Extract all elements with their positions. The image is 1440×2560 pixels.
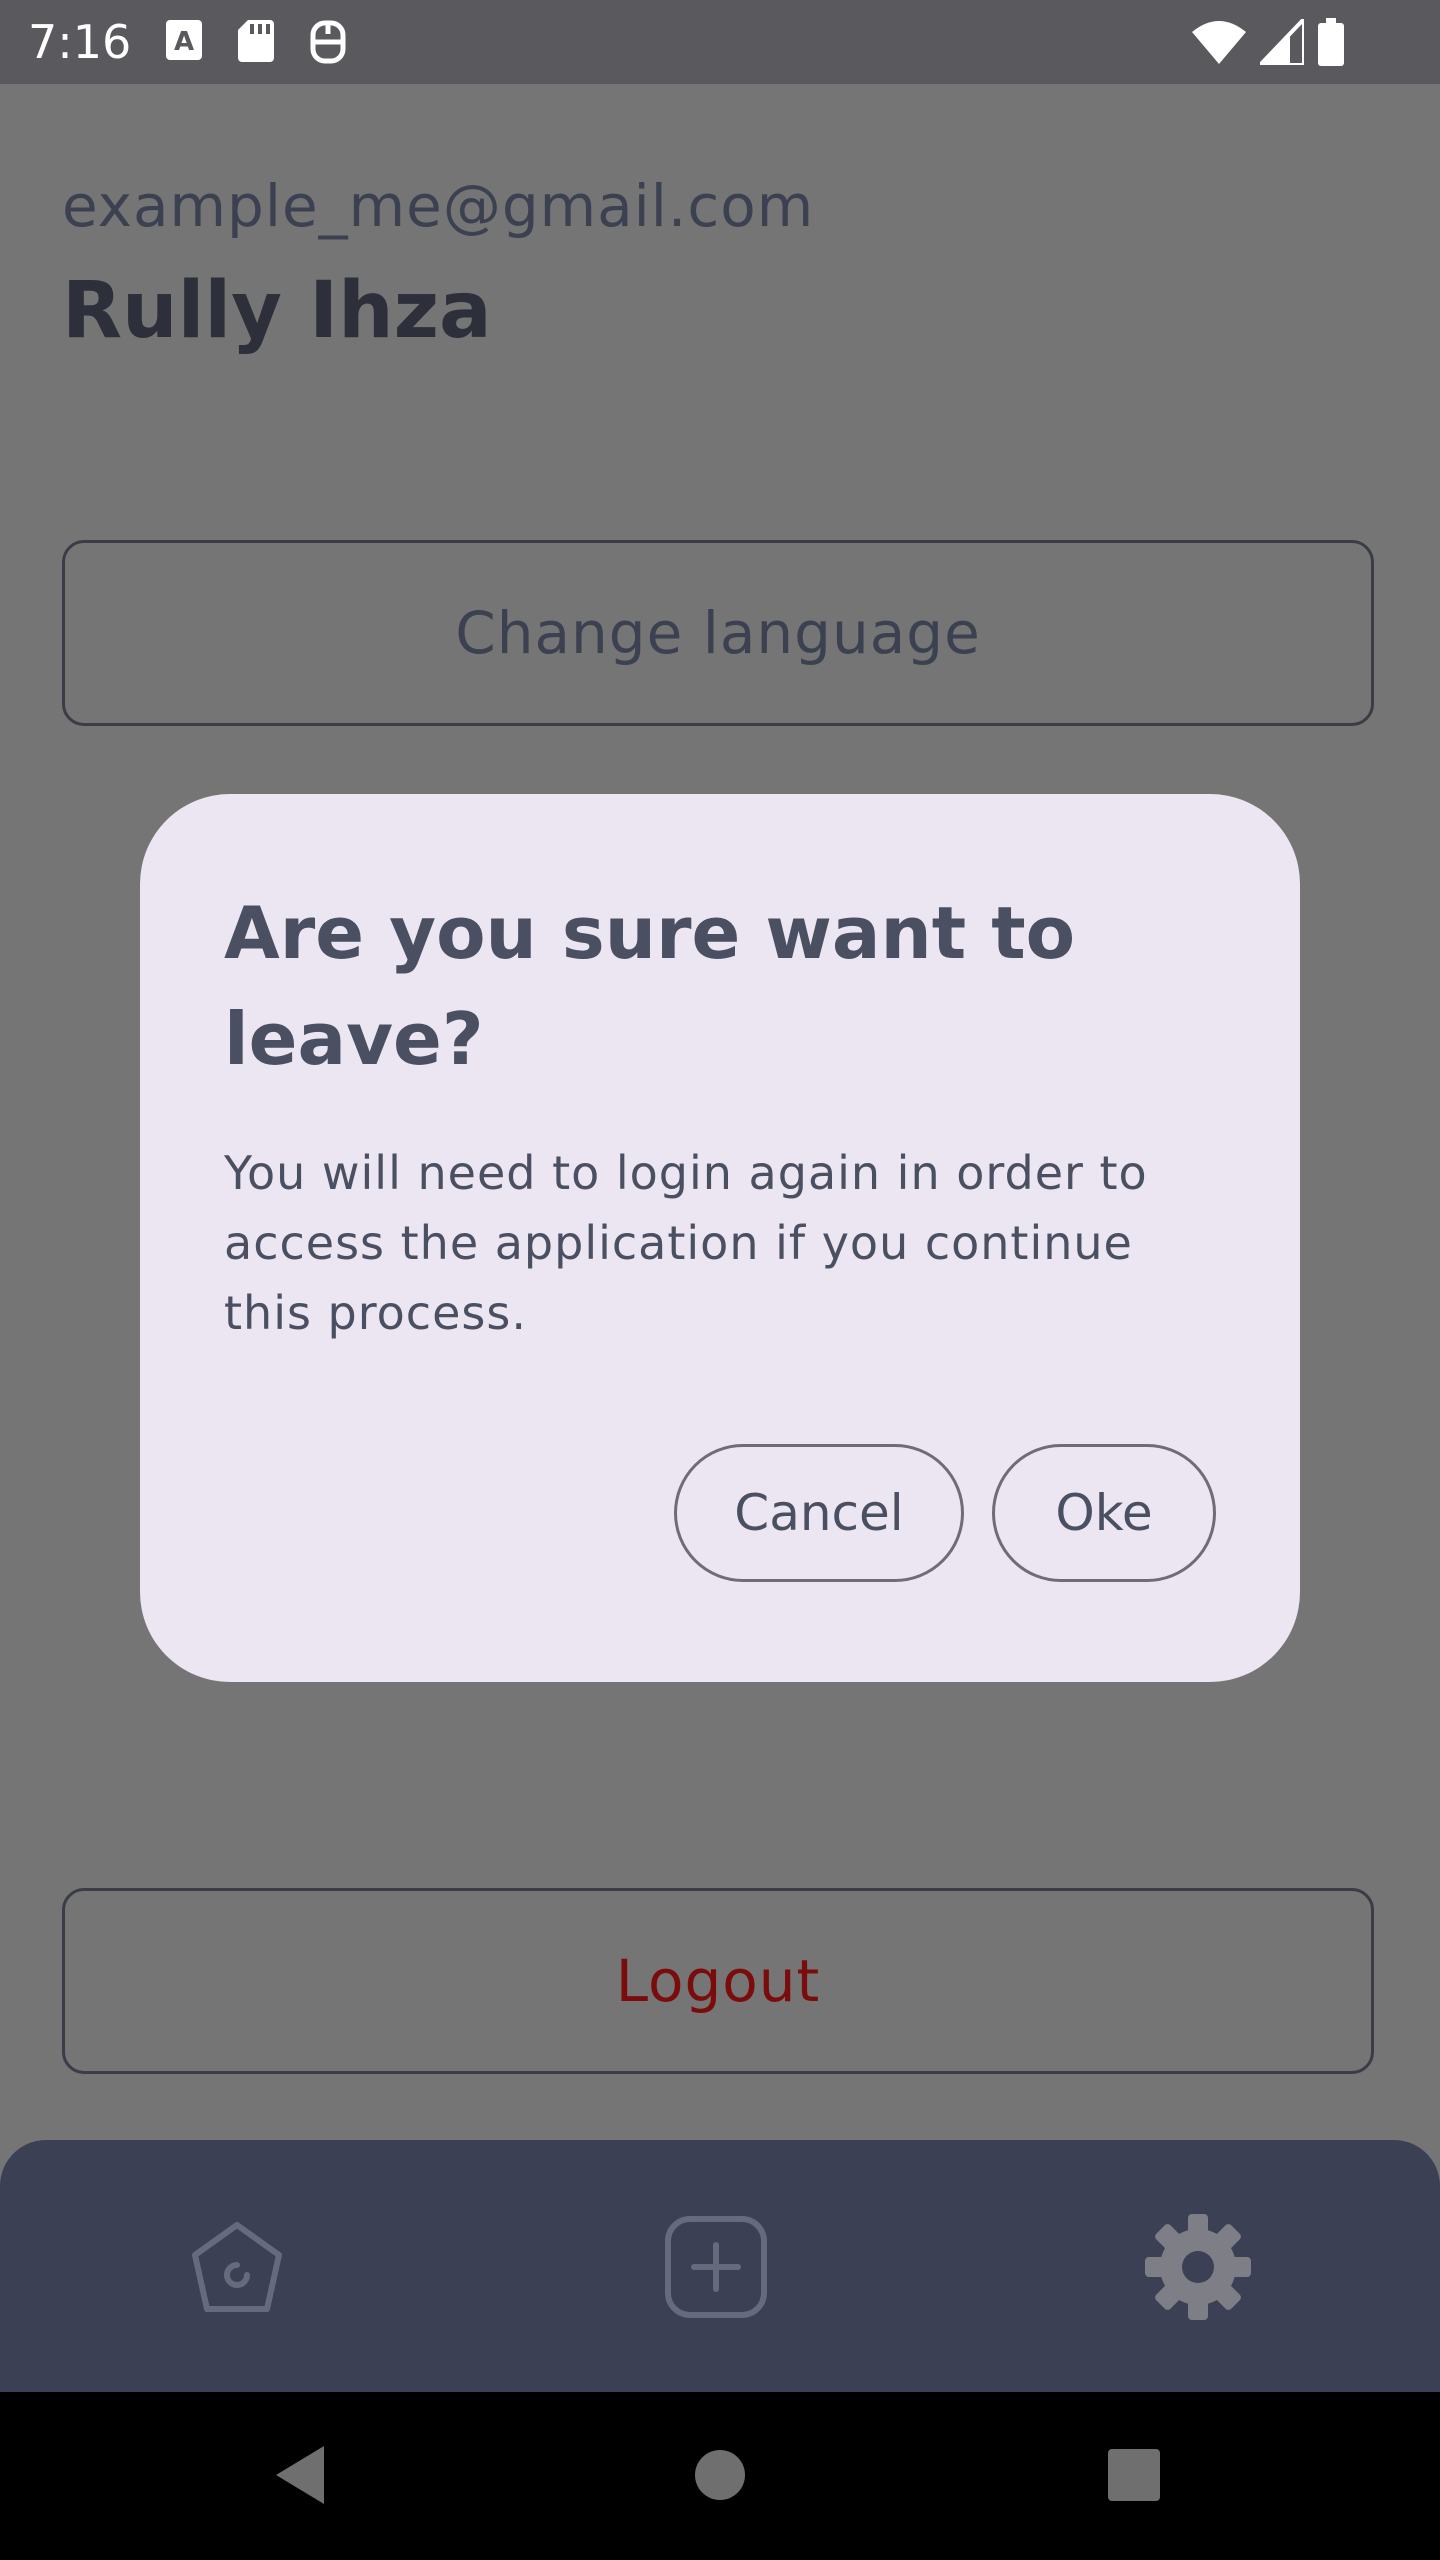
battery-icon [1318, 18, 1344, 66]
status-right-icons [1192, 18, 1344, 66]
dialog-title: Are you sure want to leave? [224, 891, 1076, 1081]
status-left-icons: A [166, 20, 346, 64]
home-circle-icon [693, 2448, 747, 2506]
recents-button[interactable] [1094, 2442, 1174, 2512]
recents-square-icon [1107, 2448, 1161, 2506]
home-button[interactable] [680, 2442, 760, 2512]
dialog-message: You will need to login again in order to… [224, 1146, 1148, 1340]
cancel-button[interactable]: Cancel [674, 1444, 964, 1582]
svg-text:A: A [174, 27, 194, 57]
status-time: 7:16 [28, 15, 132, 69]
profile-name: Rully Ihza [62, 266, 492, 356]
nav-add-button[interactable] [661, 2214, 771, 2324]
back-button[interactable] [260, 2442, 340, 2512]
logout-confirm-dialog: Are you sure want to leave? You will nee… [140, 794, 1300, 1682]
logout-button[interactable]: Logout [62, 1888, 1374, 2074]
nav-settings-button[interactable] [1143, 2214, 1253, 2324]
oke-button[interactable]: Oke [992, 1444, 1216, 1582]
change-language-button[interactable]: Change language [62, 540, 1374, 726]
gear-icon [1143, 2212, 1253, 2326]
sd-card-icon [238, 20, 274, 64]
bottom-navigation [0, 2140, 1440, 2392]
text-a-icon: A [166, 20, 202, 64]
profile-email: example_me@gmail.com [62, 172, 815, 240]
back-triangle-icon [272, 2444, 328, 2510]
add-square-icon [664, 2215, 768, 2323]
home-icon [187, 2217, 287, 2321]
accessibility-icon [310, 20, 346, 64]
status-bar: 7:16 A [0, 0, 1440, 84]
nav-home-button[interactable] [182, 2214, 292, 2324]
cellular-signal-icon [1260, 19, 1304, 65]
wifi-icon [1192, 20, 1246, 64]
android-navigation-bar [0, 2392, 1440, 2560]
